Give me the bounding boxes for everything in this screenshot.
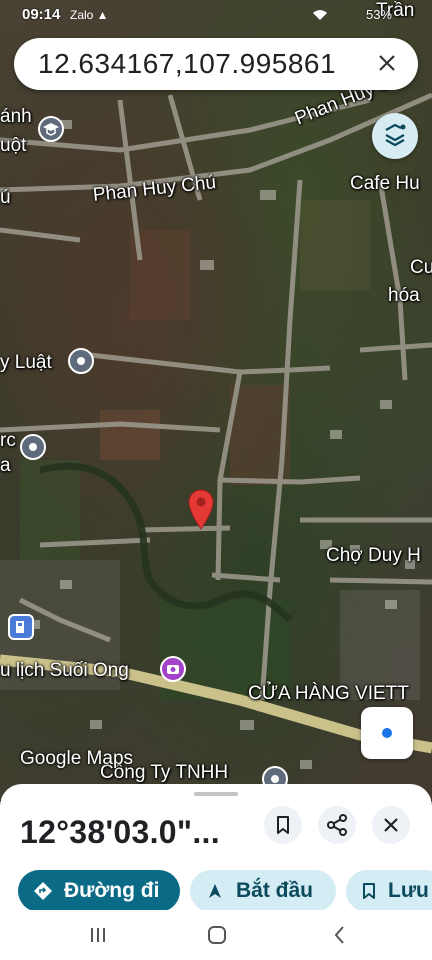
my-location-button[interactable] bbox=[361, 707, 413, 759]
navigation-arrow-icon bbox=[209, 884, 221, 898]
close-button[interactable] bbox=[372, 806, 410, 844]
google-maps-logo: Google Maps bbox=[20, 748, 134, 769]
battery-percent: 53% bbox=[365, 7, 392, 22]
satellite-map[interactable]: ánh uột ú Trần Phan Huy Chú Phan Huy Chú… bbox=[0, 0, 432, 800]
school-icon[interactable] bbox=[38, 116, 64, 142]
status-bar: 09:14 Zalo ▲ 53% bbox=[0, 0, 432, 30]
map-label: ánh bbox=[0, 106, 32, 127]
status-time: 09:14 bbox=[22, 6, 61, 23]
save-chip-button[interactable]: Lưu bbox=[346, 870, 432, 912]
notification-icons: Zalo ▲ bbox=[70, 8, 109, 22]
start-button[interactable]: Bắt đầu bbox=[190, 870, 336, 912]
place-icon[interactable] bbox=[20, 434, 46, 460]
map-label: y Luật bbox=[0, 352, 52, 373]
map-label: u lịch Suối Ong bbox=[0, 660, 129, 681]
attraction-icon[interactable] bbox=[160, 656, 186, 682]
map-label: hóa bbox=[388, 285, 420, 306]
map-label: CỬA HÀNG VIETT bbox=[248, 683, 409, 704]
close-icon bbox=[384, 818, 398, 832]
place-sheet[interactable]: 12°38'03.0"... Đường đi Bắt đầu Lưu bbox=[0, 784, 432, 912]
map-label: a bbox=[0, 455, 11, 476]
map-label: Chợ Duy H bbox=[326, 545, 421, 566]
layers-icon bbox=[385, 123, 406, 147]
map-label: uột bbox=[0, 135, 27, 156]
place-icon[interactable] bbox=[68, 348, 94, 374]
share-button[interactable] bbox=[318, 806, 356, 844]
directions-label: Đường đi bbox=[64, 879, 160, 902]
location-pin-icon[interactable] bbox=[187, 488, 215, 530]
back-icon[interactable] bbox=[328, 923, 352, 947]
bookmark-icon bbox=[363, 883, 375, 899]
map-label: Cu bbox=[410, 257, 432, 278]
map-label: rc bbox=[0, 430, 16, 451]
home-icon[interactable] bbox=[205, 923, 229, 947]
save-label: Lưu bbox=[388, 879, 429, 902]
search-query[interactable]: 12.634167,107.995861 bbox=[38, 48, 336, 80]
search-bar[interactable]: 12.634167,107.995861 bbox=[14, 38, 418, 90]
map-label: ú bbox=[0, 187, 11, 208]
share-icon bbox=[327, 814, 347, 836]
save-button[interactable] bbox=[264, 806, 302, 844]
layers-button[interactable] bbox=[372, 113, 418, 159]
system-nav-bar bbox=[0, 910, 432, 960]
directions-icon bbox=[34, 882, 52, 900]
drag-handle[interactable] bbox=[194, 792, 238, 796]
bookmark-icon bbox=[277, 816, 289, 834]
recent-apps-icon[interactable] bbox=[86, 924, 110, 946]
map-label: Cafe Hu bbox=[350, 173, 420, 194]
sheet-title: 12°38'03.0"... bbox=[20, 814, 220, 850]
directions-button[interactable]: Đường đi bbox=[18, 870, 180, 912]
gas-station-icon[interactable] bbox=[8, 614, 34, 640]
close-icon[interactable] bbox=[372, 48, 402, 78]
my-location-icon bbox=[382, 728, 392, 738]
start-label: Bắt đầu bbox=[236, 879, 314, 902]
wifi-icon bbox=[312, 8, 328, 20]
